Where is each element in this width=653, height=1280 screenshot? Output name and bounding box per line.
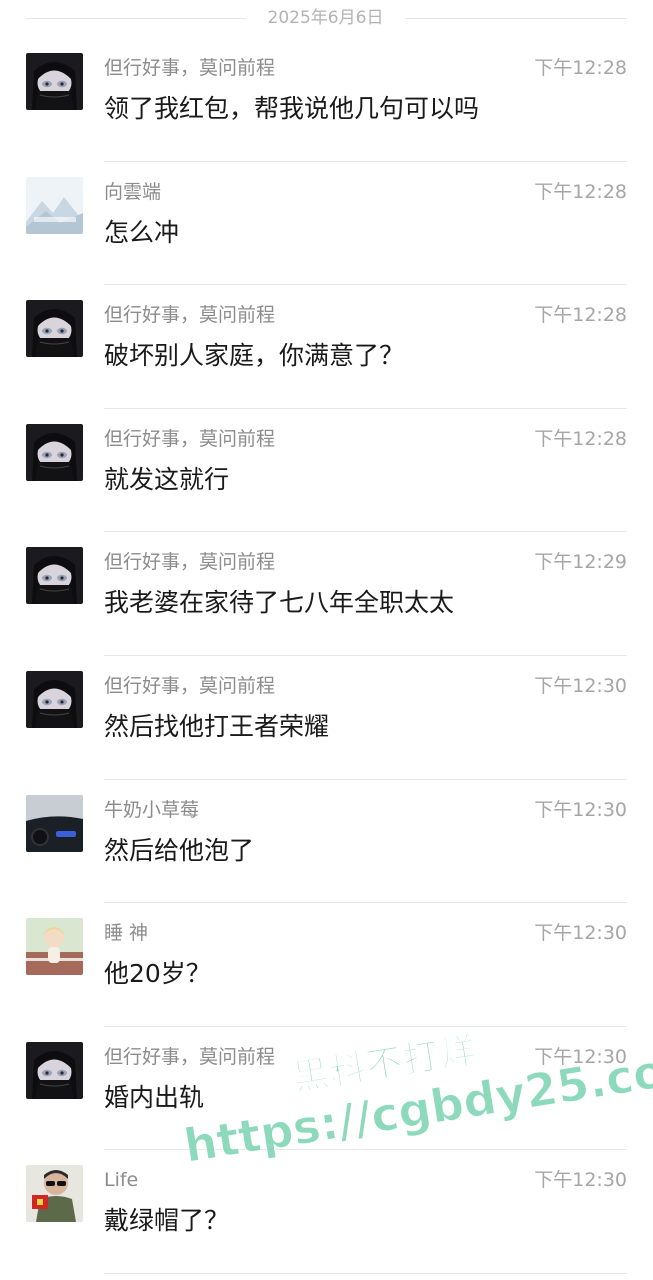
sender-name[interactable]: 但行好事，莫问前程 — [104, 673, 275, 699]
sender-name[interactable]: Life — [104, 1167, 138, 1193]
car-interior-avatar[interactable] — [26, 794, 83, 852]
message-text[interactable]: 然后给他泡了 — [104, 833, 254, 869]
date-separator-text: 2025年6月6日 — [267, 8, 384, 28]
message-time: 下午12:30 — [534, 798, 627, 821]
message-row[interactable]: 牛奶小草莓 下午12:30 然后给他泡了 — [0, 780, 653, 904]
message-row[interactable]: Life 下午12:30 戴绿帽了？ — [0, 1150, 653, 1274]
date-separator-line-right — [405, 18, 627, 19]
anime-girl-avatar[interactable] — [26, 671, 83, 728]
message-time: 下午12:29 — [534, 551, 627, 574]
message-text[interactable]: 破坏别人家庭，你满意了？ — [104, 338, 404, 374]
message-time: 下午12:28 — [534, 427, 627, 450]
person-sunglasses-avatar[interactable] — [26, 1165, 83, 1223]
message-time: 下午12:28 — [534, 180, 627, 203]
sender-name[interactable]: 但行好事，莫问前程 — [104, 426, 275, 452]
sender-name[interactable]: 牛奶小草莓 — [104, 797, 199, 823]
message-time: 下午12:30 — [534, 675, 627, 697]
message-divider — [104, 1272, 627, 1274]
child-avatar[interactable] — [26, 918, 83, 976]
message-text[interactable]: 我老婆在家待了七八年全职太太 — [104, 585, 454, 621]
landscape-avatar[interactable] — [26, 176, 83, 234]
anime-girl-avatar[interactable] — [26, 1041, 83, 1099]
message-row[interactable]: 向雲端 下午12:28 怎么冲 — [0, 162, 653, 286]
anime-girl-avatar[interactable] — [26, 547, 83, 605]
message-text[interactable]: 领了我红包，帮我说他几句可以吗 — [104, 91, 479, 127]
date-separator-line-left — [26, 18, 246, 19]
anime-girl-avatar[interactable] — [26, 53, 83, 110]
message-text[interactable]: 然后找他打王者荣耀 — [104, 709, 329, 745]
message-row[interactable]: 但行好事，莫问前程 下午12:28 就发这就行 — [0, 409, 653, 533]
message-time: 下午12:28 — [534, 304, 627, 327]
message-time: 下午12:30 — [534, 1169, 627, 1192]
message-row[interactable]: 但行好事，莫问前程 下午12:30 然后找他打王者荣耀 — [0, 656, 653, 780]
message-time: 下午12:30 — [534, 1045, 627, 1068]
message-row[interactable]: 睡 神 下午12:30 他20岁？ — [0, 903, 653, 1027]
message-text[interactable]: 婚内出轨 — [104, 1080, 204, 1116]
message-row[interactable]: 但行好事，莫问前程 下午12:28 破坏别人家庭，你满意了？ — [0, 285, 653, 409]
message-time: 下午12:30 — [534, 922, 627, 945]
sender-name[interactable]: 睡 神 — [104, 920, 148, 946]
date-separator: 2025年6月6日 — [0, 0, 653, 38]
message-row[interactable]: 但行好事，莫问前程 下午12:30 婚内出轨 — [0, 1027, 653, 1151]
sender-name[interactable]: 但行好事，莫问前程 — [104, 549, 275, 575]
message-text[interactable]: 就发这就行 — [104, 462, 229, 498]
sender-name[interactable]: 但行好事，莫问前程 — [104, 1044, 275, 1070]
sender-name[interactable]: 但行好事，莫问前程 — [104, 302, 275, 328]
message-text[interactable]: 他20岁？ — [104, 956, 211, 992]
message-text[interactable]: 怎么冲 — [104, 215, 179, 251]
message-time: 下午12:28 — [534, 57, 627, 79]
sender-name[interactable]: 但行好事，莫问前程 — [104, 55, 275, 81]
message-row[interactable]: 但行好事，莫问前程 下午12:29 我老婆在家待了七八年全职太太 — [0, 532, 653, 656]
sender-name[interactable]: 向雲端 — [104, 179, 161, 205]
anime-girl-avatar[interactable] — [26, 423, 83, 481]
message-text[interactable]: 戴绿帽了？ — [104, 1203, 229, 1239]
message-row[interactable]: 但行好事，莫问前程 下午12:28 领了我红包，帮我说他几句可以吗 — [0, 38, 653, 162]
anime-girl-avatar[interactable] — [26, 300, 83, 358]
